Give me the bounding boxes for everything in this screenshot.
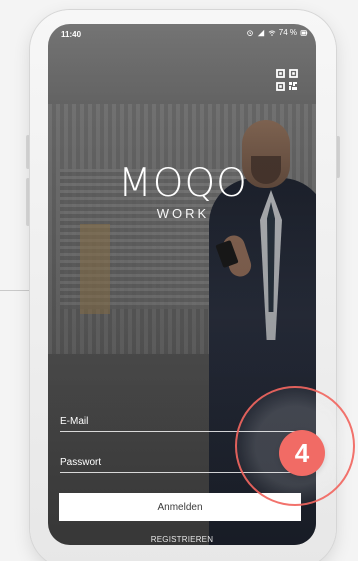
battery-text: 74 %: [278, 28, 297, 37]
step-number-badge: 4: [279, 430, 325, 476]
battery-icon: [300, 29, 308, 37]
logo-primary-text: MOQO: [118, 161, 248, 206]
qr-code-button[interactable]: [276, 69, 298, 91]
wifi-icon: [268, 29, 276, 37]
qr-code-icon: [276, 69, 298, 95]
signal-icon: [257, 29, 265, 37]
status-bar: 11:40 74 %: [48, 24, 316, 44]
power-button: [336, 136, 340, 178]
status-icons: 74 %: [246, 28, 308, 37]
alarm-icon: [246, 29, 254, 37]
status-time: 11:40: [61, 30, 82, 39]
app-logo: MOQO WORK: [108, 164, 258, 221]
register-link[interactable]: REGISTRIEREN: [48, 535, 316, 544]
device-mockup-stage: 11:40 74 % MOQO WORK E-Mail Passwort Anm…: [0, 0, 358, 561]
logo-secondary-text: WORK: [156, 206, 210, 221]
